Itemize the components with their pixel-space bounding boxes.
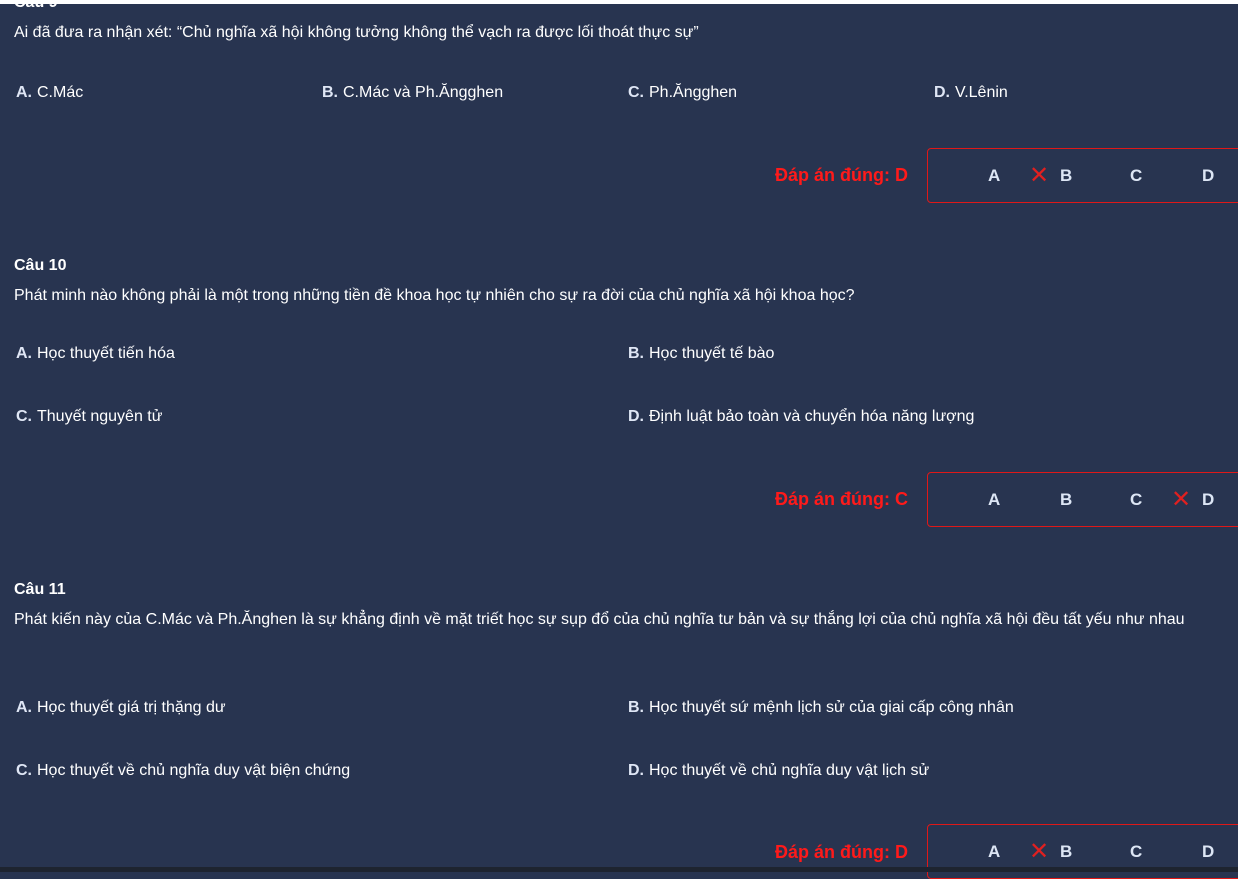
option-key: A. [16,84,32,101]
question-title: Câu 10 [14,257,67,274]
option-a[interactable]: A. Học thuyết tiến hóa [16,345,175,363]
option-d[interactable]: D. V.Lênin [934,84,1008,102]
correct-answer: Đáp án đúng: D [775,165,908,185]
x-mark-icon: ✕ [1029,837,1050,865]
option-key: C. [16,408,32,425]
option-key: B. [628,345,644,362]
option-label: Thuyết nguyên tử [37,408,163,425]
option-label: Học thuyết giá trị thặng dư [37,699,226,716]
correct-answer: Đáp án đúng: D [775,842,908,862]
choice-b[interactable]: B [1060,490,1072,510]
choice-c[interactable]: C [1130,166,1142,186]
option-a[interactable]: A. C.Mác [16,84,83,102]
choice-c[interactable]: C [1130,490,1142,510]
choice-c[interactable]: C [1130,842,1142,862]
choice-a[interactable]: A [988,166,1000,186]
top-edge [0,0,1238,4]
x-mark-icon: ✕ [1029,161,1050,189]
answer-choices: A ✕ B C D [927,148,1238,203]
option-b[interactable]: B. C.Mác và Ph.Ăngghen [322,84,503,102]
option-label: V.Lênin [955,84,1008,101]
option-label: Học thuyết tiến hóa [37,345,175,362]
option-key: B. [322,84,338,101]
option-b[interactable]: B. Học thuyết sứ mệnh lịch sử của giai cấ… [628,699,1014,717]
option-key: D. [934,84,950,101]
option-label: C.Mác và Ph.Ăngghen [343,84,504,101]
choice-b[interactable]: B [1060,842,1072,862]
x-mark-icon: ✕ [1171,485,1192,513]
bottom-edge [0,867,1238,872]
choice-d[interactable]: D [1202,490,1214,510]
option-c[interactable]: C. Học thuyết về chủ nghĩa duy vật biện c… [16,762,350,780]
answer-choices: A B C ✕ D [927,472,1238,527]
option-label: Học thuyết sứ mệnh lịch sử của giai cấp … [649,699,1014,716]
option-a[interactable]: A. Học thuyết giá trị thặng dư [16,699,226,717]
option-d[interactable]: D. Học thuyết về chủ nghĩa duy vật lịch s… [628,762,929,780]
option-key: D. [628,762,644,779]
choice-b[interactable]: B [1060,166,1072,186]
option-label: Ph.Ăngghen [649,84,738,101]
option-label: Học thuyết về chủ nghĩa duy vật lịch sử [649,762,930,779]
correct-answer: Đáp án đúng: C [775,489,908,509]
choice-a[interactable]: A [988,490,1000,510]
option-key: A. [16,345,32,362]
question-text: Phát kiến này của C.Mác và Ph.Ănghen là … [14,611,1185,628]
option-key: C. [628,84,644,101]
option-label: C.Mác [37,84,84,101]
option-c[interactable]: C. Ph.Ăngghen [628,84,737,102]
option-d[interactable]: D. Định luật bảo toàn và chuyển hóa năng … [628,408,974,426]
option-label: Học thuyết tế bào [649,345,775,362]
option-key: C. [16,762,32,779]
question-text: Phát minh nào không phải là một trong nh… [14,287,855,304]
question-title: Câu 11 [14,581,66,598]
option-key: D. [628,408,644,425]
option-c[interactable]: C. Thuyết nguyên tử [16,408,162,426]
option-b[interactable]: B. Học thuyết tế bào [628,345,774,363]
choice-d[interactable]: D [1202,842,1214,862]
option-label: Học thuyết về chủ nghĩa duy vật biện chứ… [37,762,351,779]
option-label: Định luật bảo toàn và chuyển hóa năng lư… [649,408,975,425]
question-text: Ai đã đưa ra nhận xét: “Chủ nghĩa xã hội… [14,24,699,41]
question-title: Câu 9 [14,0,58,11]
option-key: B. [628,699,644,716]
choice-d[interactable]: D [1202,166,1214,186]
choice-a[interactable]: A [988,842,1000,862]
option-key: A. [16,699,32,716]
